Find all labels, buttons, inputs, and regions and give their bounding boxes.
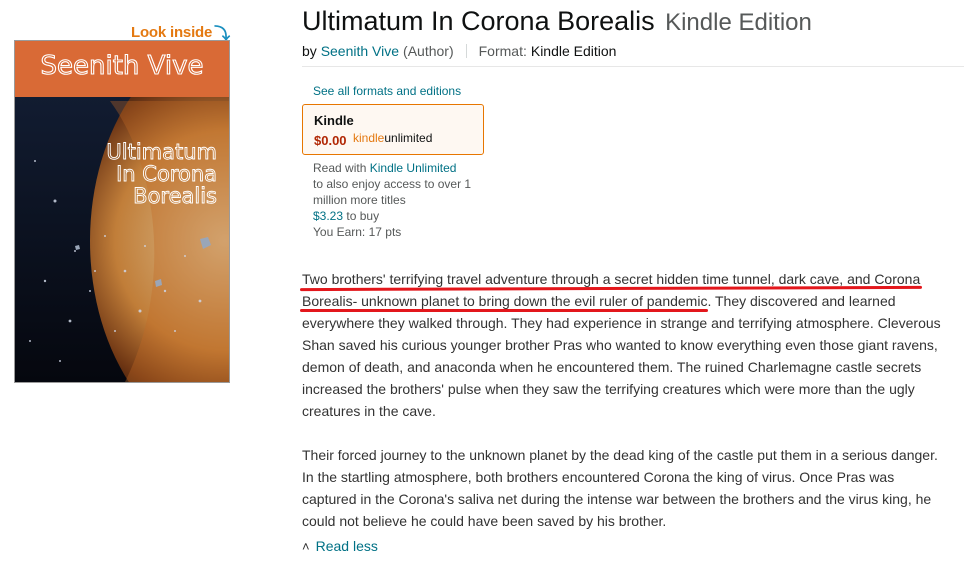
cover-title-line-1: Ultimatum bbox=[106, 140, 217, 164]
chevron-up-icon: ˄ bbox=[302, 538, 310, 554]
buy-price-link[interactable]: $3.23 bbox=[313, 209, 343, 223]
format-option-kindle[interactable]: Kindle $0.00 kindleunlimited bbox=[302, 104, 484, 155]
description-paragraph-1: Two brothers' terrifying travel adventur… bbox=[302, 271, 941, 419]
kindle-unlimited-link[interactable]: Kindle Unlimited bbox=[370, 161, 457, 175]
kindle-unlimited-logo: kindleunlimited bbox=[353, 131, 433, 145]
author-link[interactable]: Seenith Vive bbox=[321, 43, 399, 59]
ku-line2: to also enjoy access to over 1 million m… bbox=[313, 177, 472, 207]
description-paragraph-2: Their forced journey to the unknown plan… bbox=[302, 447, 938, 529]
you-earn-text: You Earn: 17 pts bbox=[313, 225, 402, 239]
divider bbox=[465, 44, 467, 58]
cover-title-line-2: In Corona bbox=[116, 162, 217, 186]
format-value: Kindle Edition bbox=[530, 43, 617, 59]
format-price: $0.00 bbox=[314, 133, 347, 148]
read-less-link[interactable]: ˄ Read less bbox=[302, 538, 378, 554]
kindle-unlimited-info: Read with Kindle Unlimited to also enjoy… bbox=[313, 160, 483, 240]
see-all-formats-link[interactable]: See all formats and editions bbox=[313, 84, 461, 98]
buy-suffix: to buy bbox=[346, 209, 380, 223]
ku-prefix: Read with bbox=[313, 161, 367, 175]
cover-title-line-3: Borealis bbox=[133, 184, 217, 208]
edition-text: Kindle Edition bbox=[665, 9, 812, 36]
author-role: (Author) bbox=[403, 43, 454, 59]
cover-author-text: Seenith Vive bbox=[41, 51, 204, 81]
divider-line bbox=[302, 66, 964, 67]
book-description: Two brothers' terrifying travel adventur… bbox=[302, 268, 944, 532]
highlight-underline-2 bbox=[300, 309, 708, 312]
product-title: Ultimatum In Corona Borealis Kindle Edit… bbox=[302, 6, 812, 37]
by-label: by bbox=[302, 43, 317, 59]
read-less-label: Read less bbox=[315, 538, 378, 554]
title-text: Ultimatum In Corona Borealis bbox=[302, 6, 655, 36]
byline: by Seenith Vive (Author) Format: Kindle … bbox=[302, 43, 616, 59]
book-cover-image[interactable]: Seenith Vive Ultimatum In Corona Boreali… bbox=[14, 40, 230, 383]
format-name: Kindle bbox=[314, 113, 354, 128]
look-inside-label: Look inside bbox=[131, 23, 213, 41]
format-label: Format: bbox=[478, 43, 527, 59]
